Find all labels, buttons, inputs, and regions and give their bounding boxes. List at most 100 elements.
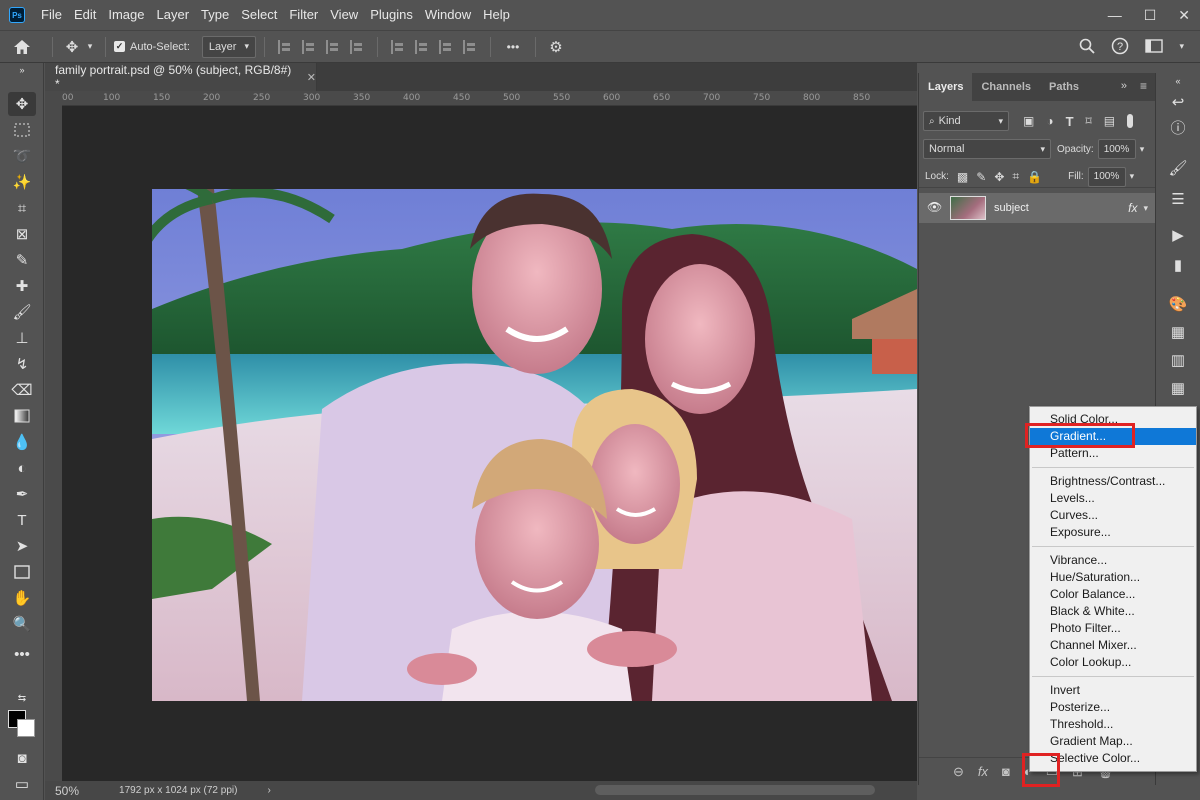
menu-item-exposure[interactable]: Exposure... [1030,524,1196,541]
align-left-icon[interactable] [277,39,292,54]
menu-window[interactable]: Window [419,0,477,30]
menu-image[interactable]: Image [102,0,150,30]
clone-stamp-tool-icon[interactable]: ⊥ [8,326,36,350]
align-center-horizontal-icon[interactable] [301,39,316,54]
visibility-eye-icon[interactable]: 👁 [927,200,942,214]
close-icon[interactable]: ✕ [307,71,316,84]
tool-presets-icon[interactable]: ▮ [1166,253,1190,277]
eraser-tool-icon[interactable]: ⌫ [8,378,36,402]
align-middle-vertical-icon[interactable] [414,39,429,54]
menu-type[interactable]: Type [195,0,235,30]
zoom-level[interactable]: 50% [55,784,79,798]
filter-toggle-icon[interactable] [1127,114,1134,128]
background-color-swatch[interactable] [17,719,35,737]
zoom-tool-icon[interactable]: 🔍 [8,612,36,636]
filter-pixel-icon[interactable]: ▣ [1023,114,1034,128]
home-icon[interactable] [0,39,44,55]
color-palette-icon[interactable]: 🎨 [1166,292,1190,316]
menu-file[interactable]: File [35,0,68,30]
menu-item-brightness-contrast[interactable]: Brightness/Contrast... [1030,473,1196,490]
frame-tool-icon[interactable]: ⊠ [8,222,36,246]
lock-all-icon[interactable]: 🔒 [1027,170,1042,184]
document-tab[interactable]: family portrait.psd @ 50% (subject, RGB/… [45,63,317,91]
history-icon[interactable]: ↩ [1166,90,1190,114]
lock-position-icon[interactable]: ✥ [994,170,1004,184]
lock-artboard-icon[interactable]: ⌗ [1012,169,1019,184]
canvas-image[interactable] [152,189,917,701]
filter-smart-object-icon[interactable]: ▤ [1104,114,1115,128]
horizontal-scrollbar[interactable] [595,785,875,795]
fx-icon[interactable]: fx [978,764,988,779]
menu-help[interactable]: Help [477,0,516,30]
menu-item-color-lookup[interactable]: Color Lookup... [1030,654,1196,671]
align-right-icon[interactable] [325,39,340,54]
menu-item-hue-saturation[interactable]: Hue/Saturation... [1030,569,1196,586]
chevron-down-icon[interactable]: ▾ [1140,144,1145,155]
menu-item-posterize[interactable]: Posterize... [1030,699,1196,716]
hand-tool-icon[interactable]: ✋ [8,586,36,610]
mask-icon[interactable]: ◙ [1002,764,1010,779]
tab-channels[interactable]: Channels [972,73,1040,101]
menu-item-levels[interactable]: Levels... [1030,490,1196,507]
filter-kind-dropdown[interactable]: ⌕ Kind ▾ [923,111,1009,131]
type-tool-icon[interactable]: T [8,508,36,532]
lasso-tool-icon[interactable]: ➰ [8,144,36,168]
brush-settings-icon[interactable]: 🖌 [1166,156,1190,180]
maximize-icon[interactable]: ☐ [1144,7,1157,24]
pen-tool-icon[interactable]: ✒ [8,482,36,506]
filter-adjustment-icon[interactable]: ◑ [1046,114,1053,128]
gear-icon[interactable]: ⚙ [544,38,568,56]
move-tool-icon[interactable]: ✥ [61,38,83,56]
panel-menu-icon[interactable]: ≡ [1140,79,1147,93]
history-brush-tool-icon[interactable]: ↯ [8,352,36,376]
chevron-down-icon[interactable]: ▾ [1143,203,1148,214]
filter-shape-icon[interactable]: ⌑ [1086,114,1092,128]
menu-plugins[interactable]: Plugins [364,0,419,30]
marquee-tool-icon[interactable] [8,118,36,142]
menu-item-color-balance[interactable]: Color Balance... [1030,586,1196,603]
dodge-tool-icon[interactable]: ◐ [8,456,36,480]
blur-tool-icon[interactable]: 💧 [8,430,36,454]
quick-mask-icon[interactable]: ◙ [8,746,36,770]
align-bottom-icon[interactable] [438,39,453,54]
color-swatches[interactable] [8,710,38,740]
healing-brush-tool-icon[interactable]: ✚ [8,274,36,298]
lock-image-icon[interactable]: ✎ [976,170,986,184]
more-tools-icon[interactable]: ••• [8,642,36,666]
fill-input[interactable]: 100% [1087,166,1126,187]
brush-tool-icon[interactable]: 🖌 [8,300,36,324]
tab-paths[interactable]: Paths [1040,73,1088,101]
info-icon[interactable]: ⓘ [1166,115,1190,139]
distribute-vertical-icon[interactable] [462,39,477,54]
auto-select-target-dropdown[interactable]: Layer ▾ [201,35,256,58]
path-selection-tool-icon[interactable]: ➤ [8,534,36,558]
menu-layer[interactable]: Layer [151,0,196,30]
layer-row[interactable]: 👁 subject fx ▾ [919,193,1156,223]
lock-transparent-icon[interactable]: ▩ [957,170,968,184]
distribute-horizontal-icon[interactable] [349,39,364,54]
menu-item-photo-filter[interactable]: Photo Filter... [1030,620,1196,637]
chevron-down-icon[interactable]: ▾ [1179,41,1184,52]
layer-fx-icon[interactable]: fx [1128,201,1137,215]
menu-item-invert[interactable]: Invert [1030,682,1196,699]
tab-layers[interactable]: Layers [919,73,973,101]
chevron-right-icon[interactable]: › [267,785,270,796]
menu-select[interactable]: Select [235,0,283,30]
align-top-icon[interactable] [390,39,405,54]
menu-item-vibrance[interactable]: Vibrance... [1030,552,1196,569]
menu-item-gradient-map[interactable]: Gradient Map... [1030,733,1196,750]
chevron-down-icon[interactable]: ▾ [83,41,97,52]
auto-select-checkbox[interactable]: ✓ [114,41,125,52]
opacity-input[interactable]: 100% [1097,139,1136,159]
menu-item-black-white[interactable]: Black & White... [1030,603,1196,620]
menu-edit[interactable]: Edit [68,0,102,30]
gradient-tool-icon[interactable] [8,404,36,428]
blend-mode-dropdown[interactable]: Normal ▾ [923,139,1051,159]
eyedropper-tool-icon[interactable]: ✎ [8,248,36,272]
layer-name[interactable]: subject [994,202,1029,214]
workspace-icon[interactable] [1145,39,1164,53]
move-tool-icon[interactable]: ✥ [8,92,36,116]
menu-item-threshold[interactable]: Threshold... [1030,716,1196,733]
crop-tool-icon[interactable]: ⌗ [8,196,36,220]
gradients-icon[interactable]: ▥ [1166,348,1190,372]
